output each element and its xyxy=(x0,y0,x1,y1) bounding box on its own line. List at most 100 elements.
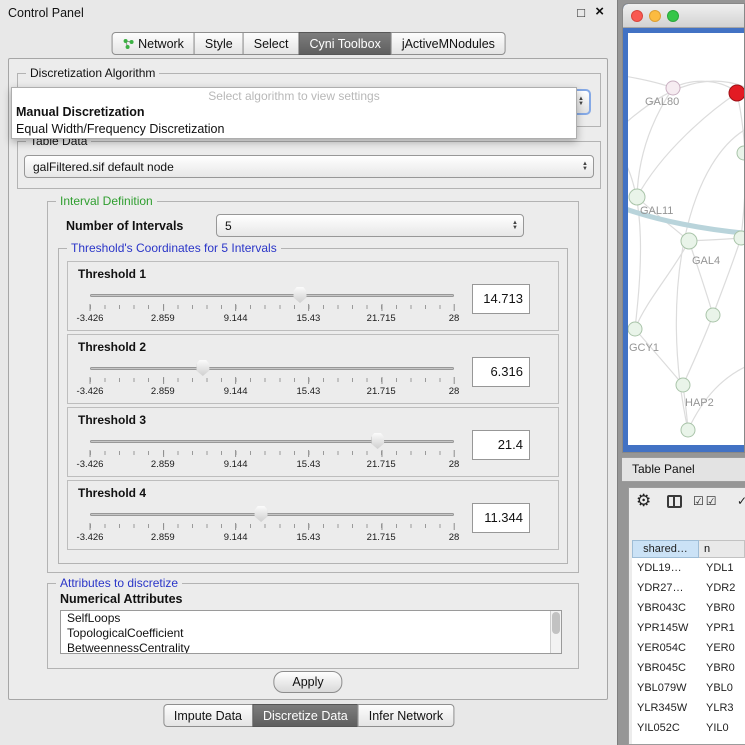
float-window-icon[interactable]: □ xyxy=(577,5,585,20)
tick-label: 21.715 xyxy=(367,386,396,397)
group-title-algorithm: Discretization Algorithm xyxy=(26,66,159,80)
zoom-traffic-light-icon[interactable] xyxy=(667,10,679,22)
check-icon[interactable]: ✓ xyxy=(737,494,745,508)
table-cell[interactable]: YDL1 xyxy=(699,558,734,578)
network-window-titlebar[interactable] xyxy=(623,4,744,28)
table-cell[interactable]: YLR345W xyxy=(632,698,699,718)
list-item[interactable]: TopologicalCoefficient xyxy=(61,626,561,641)
minimize-traffic-light-icon[interactable] xyxy=(649,10,661,22)
column-header-shared-name[interactable]: shared… xyxy=(632,540,699,558)
slider-track[interactable] xyxy=(90,294,454,297)
slider-track[interactable] xyxy=(90,513,454,516)
close-traffic-light-icon[interactable] xyxy=(631,10,643,22)
slider-track[interactable] xyxy=(90,367,454,370)
network-node[interactable] xyxy=(729,85,745,101)
number-of-intervals-combobox[interactable]: 5 ▲▼ xyxy=(216,214,524,237)
slider-ticks xyxy=(90,451,454,455)
tab-label: Network xyxy=(138,37,184,51)
table-cell[interactable]: YDR27… xyxy=(632,578,699,598)
table-cell[interactable]: YDL19… xyxy=(632,558,699,578)
network-node[interactable] xyxy=(737,146,745,160)
slider-thumb[interactable] xyxy=(371,433,384,449)
table-cell[interactable]: YBR0 xyxy=(699,598,735,618)
table-cell[interactable]: YBL0 xyxy=(699,678,733,698)
table-row[interactable]: YBL079WYBL0 xyxy=(632,678,745,698)
select-columns-icon[interactable]: ☑☑ xyxy=(693,494,719,508)
threshold-label: Threshold 3 xyxy=(78,413,146,427)
table-row[interactable]: YBR045CYBR0 xyxy=(632,658,745,678)
numerical-attributes-list[interactable]: SelfLoopsTopologicalCoefficientBetweenne… xyxy=(60,610,562,654)
panel-title: Control Panel xyxy=(8,6,84,20)
list-item[interactable]: SelfLoops xyxy=(61,611,561,626)
tab-cyni-toolbox[interactable]: Cyni Toolbox xyxy=(298,32,391,55)
list-scrollbar[interactable] xyxy=(550,611,561,653)
tab-discretize-data[interactable]: Discretize Data xyxy=(252,704,359,727)
stepper-icon: ▲▼ xyxy=(578,97,584,107)
gear-icon[interactable]: ⚙ xyxy=(636,491,651,511)
tab-network[interactable]: Network xyxy=(111,32,195,55)
table-row[interactable]: YDL19…YDL1 xyxy=(632,558,745,578)
table-cell[interactable]: YBR045C xyxy=(632,658,699,678)
network-node[interactable] xyxy=(676,378,690,392)
interval-definition-group: Interval Definition Number of Intervals … xyxy=(47,201,579,573)
table-cell[interactable]: YBR0 xyxy=(699,658,735,678)
table-row[interactable]: YPR145WYPR1 xyxy=(632,618,745,638)
tab-infer-network[interactable]: Infer Network xyxy=(358,704,454,727)
threshold-value-field[interactable]: 14.713 xyxy=(472,284,530,314)
combobox-value: 5 xyxy=(225,219,232,233)
tick-label: -3.426 xyxy=(77,532,104,543)
slider-thumb[interactable] xyxy=(255,506,268,522)
network-node[interactable] xyxy=(681,233,697,249)
group-title-interval: Interval Definition xyxy=(56,194,157,208)
tab-select[interactable]: Select xyxy=(243,32,300,55)
dropdown-option-manual[interactable]: Manual Discretization xyxy=(16,104,145,120)
table-cell[interactable]: YPR1 xyxy=(699,618,735,638)
table-cell[interactable]: YPR145W xyxy=(632,618,699,638)
list-item[interactable]: BetweennessCentrality xyxy=(61,641,561,654)
table-row[interactable]: YLR345WYLR3 xyxy=(632,698,745,718)
table-panel-header: Table Panel xyxy=(622,457,745,482)
close-icon[interactable]: × xyxy=(595,3,604,20)
slider-thumb[interactable] xyxy=(294,287,307,303)
network-node[interactable] xyxy=(734,231,745,245)
table-row[interactable]: YBR043CYBR0 xyxy=(632,598,745,618)
threshold-value-field[interactable]: 6.316 xyxy=(472,357,530,387)
table-row[interactable]: YER054CYER0 xyxy=(632,638,745,658)
tab-label: Cyni Toolbox xyxy=(309,37,380,51)
slider-track[interactable] xyxy=(90,440,454,443)
threshold-value-field[interactable]: 21.4 xyxy=(472,430,530,460)
threshold-value-field[interactable]: 11.344 xyxy=(472,503,530,533)
tab-style[interactable]: Style xyxy=(194,32,244,55)
table-cell[interactable]: YLR3 xyxy=(699,698,734,718)
tick-label: -3.426 xyxy=(77,386,104,397)
column-header-name[interactable]: n xyxy=(699,540,745,558)
network-node[interactable] xyxy=(666,81,680,95)
tick-label-row: -3.4262.8599.14415.4321.71528 xyxy=(90,459,454,470)
table-cell[interactable]: YIL0 xyxy=(699,718,729,738)
network-canvas[interactable]: GAL80GAL11GAL4GCY1HAP2 xyxy=(628,33,745,445)
node-label: GAL80 xyxy=(645,96,679,108)
apply-button[interactable]: Apply xyxy=(273,671,342,693)
network-node[interactable] xyxy=(706,308,720,322)
table-row[interactable]: YDR27…YDR2 xyxy=(632,578,745,598)
table-cell[interactable]: YDR2 xyxy=(699,578,735,598)
slider-thumb[interactable] xyxy=(196,360,209,376)
network-node[interactable] xyxy=(681,423,695,437)
tab-jactivemnodules[interactable]: jActiveMNodules xyxy=(391,32,506,55)
slider-ticks xyxy=(90,524,454,528)
network-node[interactable] xyxy=(628,322,642,336)
table-cell[interactable]: YER0 xyxy=(699,638,735,658)
table-cell[interactable]: YIL052C xyxy=(632,718,699,738)
tab-impute-data[interactable]: Impute Data xyxy=(163,704,253,727)
table-cell[interactable]: YER054C xyxy=(632,638,699,658)
network-node[interactable] xyxy=(629,189,645,205)
table-row[interactable]: YIL052CYIL0 xyxy=(632,718,745,738)
table-data-combobox[interactable]: galFiltered.sif default node ▲▼ xyxy=(24,155,594,178)
table-cell[interactable]: YBL079W xyxy=(632,678,699,698)
scrollbar-thumb[interactable] xyxy=(552,612,560,634)
table-cell[interactable]: YBR043C xyxy=(632,598,699,618)
columns-icon[interactable] xyxy=(667,495,682,508)
algorithm-dropdown-popup: Select algorithm to view settings Manual… xyxy=(11,87,577,139)
tick-label: 15.43 xyxy=(297,313,321,324)
dropdown-option-equal-width[interactable]: Equal Width/Frequency Discretization xyxy=(16,121,224,137)
